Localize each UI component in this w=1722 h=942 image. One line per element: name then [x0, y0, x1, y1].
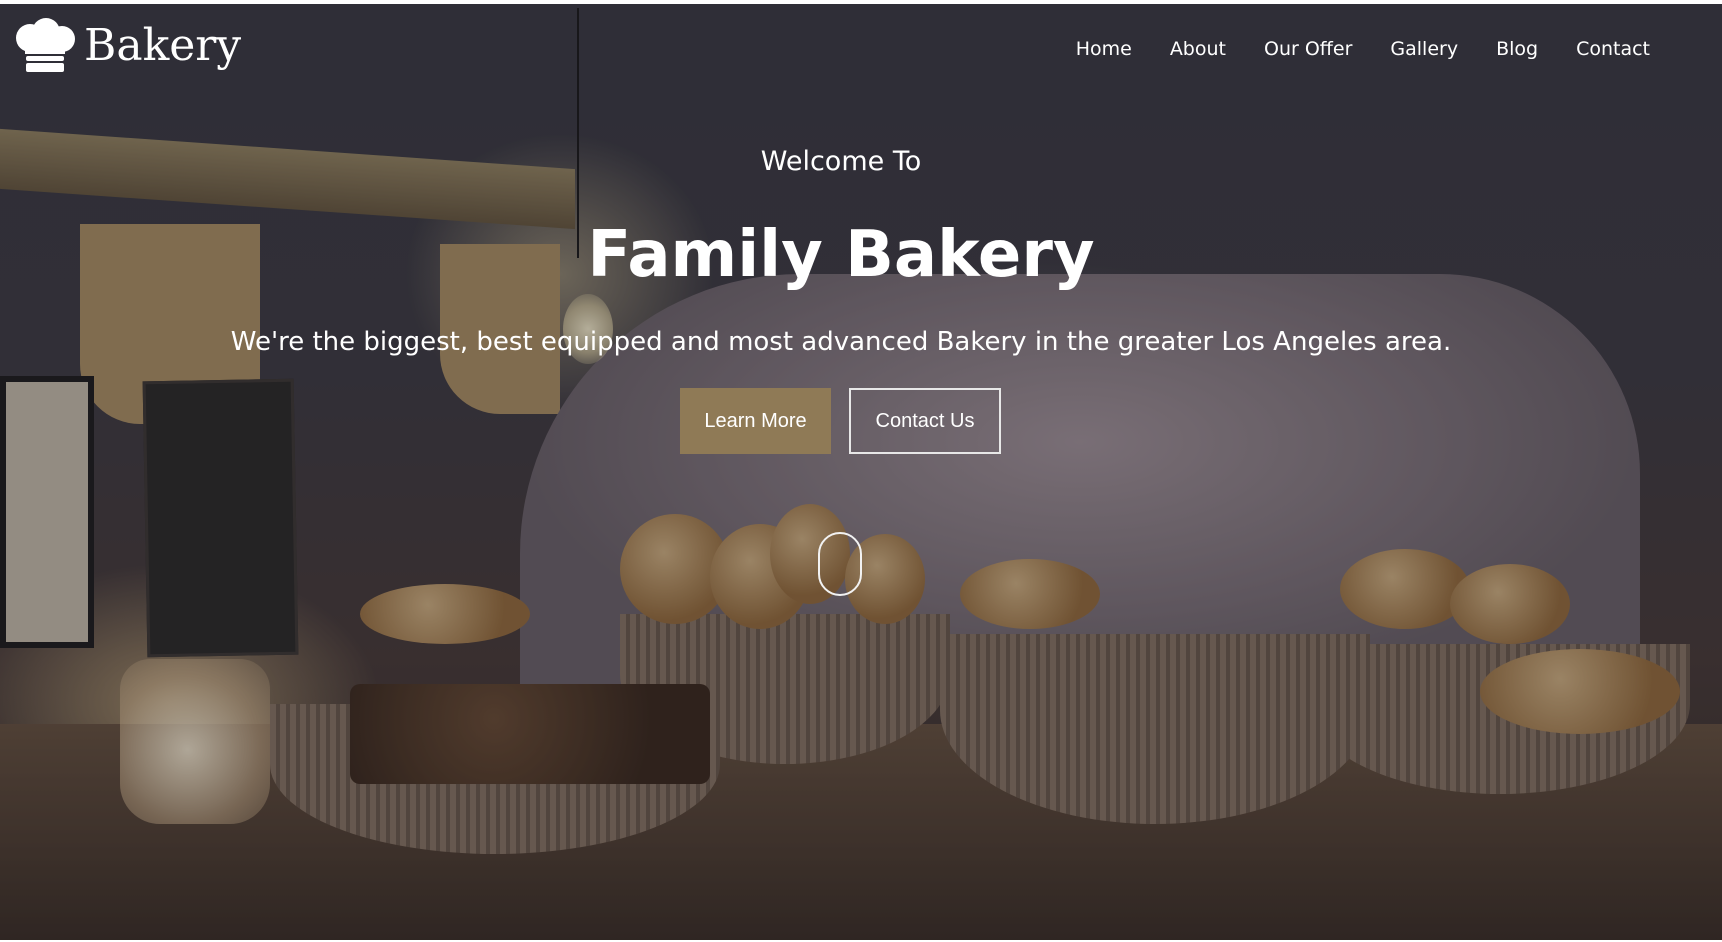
hero-background: [0, 4, 1722, 940]
nav-item-blog[interactable]: Blog: [1496, 38, 1538, 60]
nav-item-gallery[interactable]: Gallery: [1390, 38, 1458, 60]
mouse-scroll-icon[interactable]: [818, 532, 862, 596]
nav-item-home[interactable]: Home: [1076, 38, 1132, 60]
hero-welcome: Welcome To: [760, 146, 922, 177]
brand-name: Bakery: [84, 20, 242, 71]
hero-title: Family Bakery: [587, 218, 1095, 292]
nav-item-contact[interactable]: Contact: [1576, 38, 1650, 60]
learn-more-button[interactable]: Learn More: [680, 388, 831, 454]
nav-item-about[interactable]: About: [1170, 38, 1226, 60]
nav-item-our-offer[interactable]: Our Offer: [1264, 38, 1352, 60]
contact-us-button[interactable]: Contact Us: [849, 388, 1001, 454]
hero-subtitle: We're the biggest, best equipped and mos…: [230, 327, 1452, 357]
chef-hat-icon: [16, 18, 75, 72]
main-nav: Home About Our Offer Gallery Blog Contac…: [1076, 38, 1650, 60]
dark-overlay: [0, 4, 1722, 940]
brand-logo[interactable]: Bakery: [12, 18, 241, 74]
